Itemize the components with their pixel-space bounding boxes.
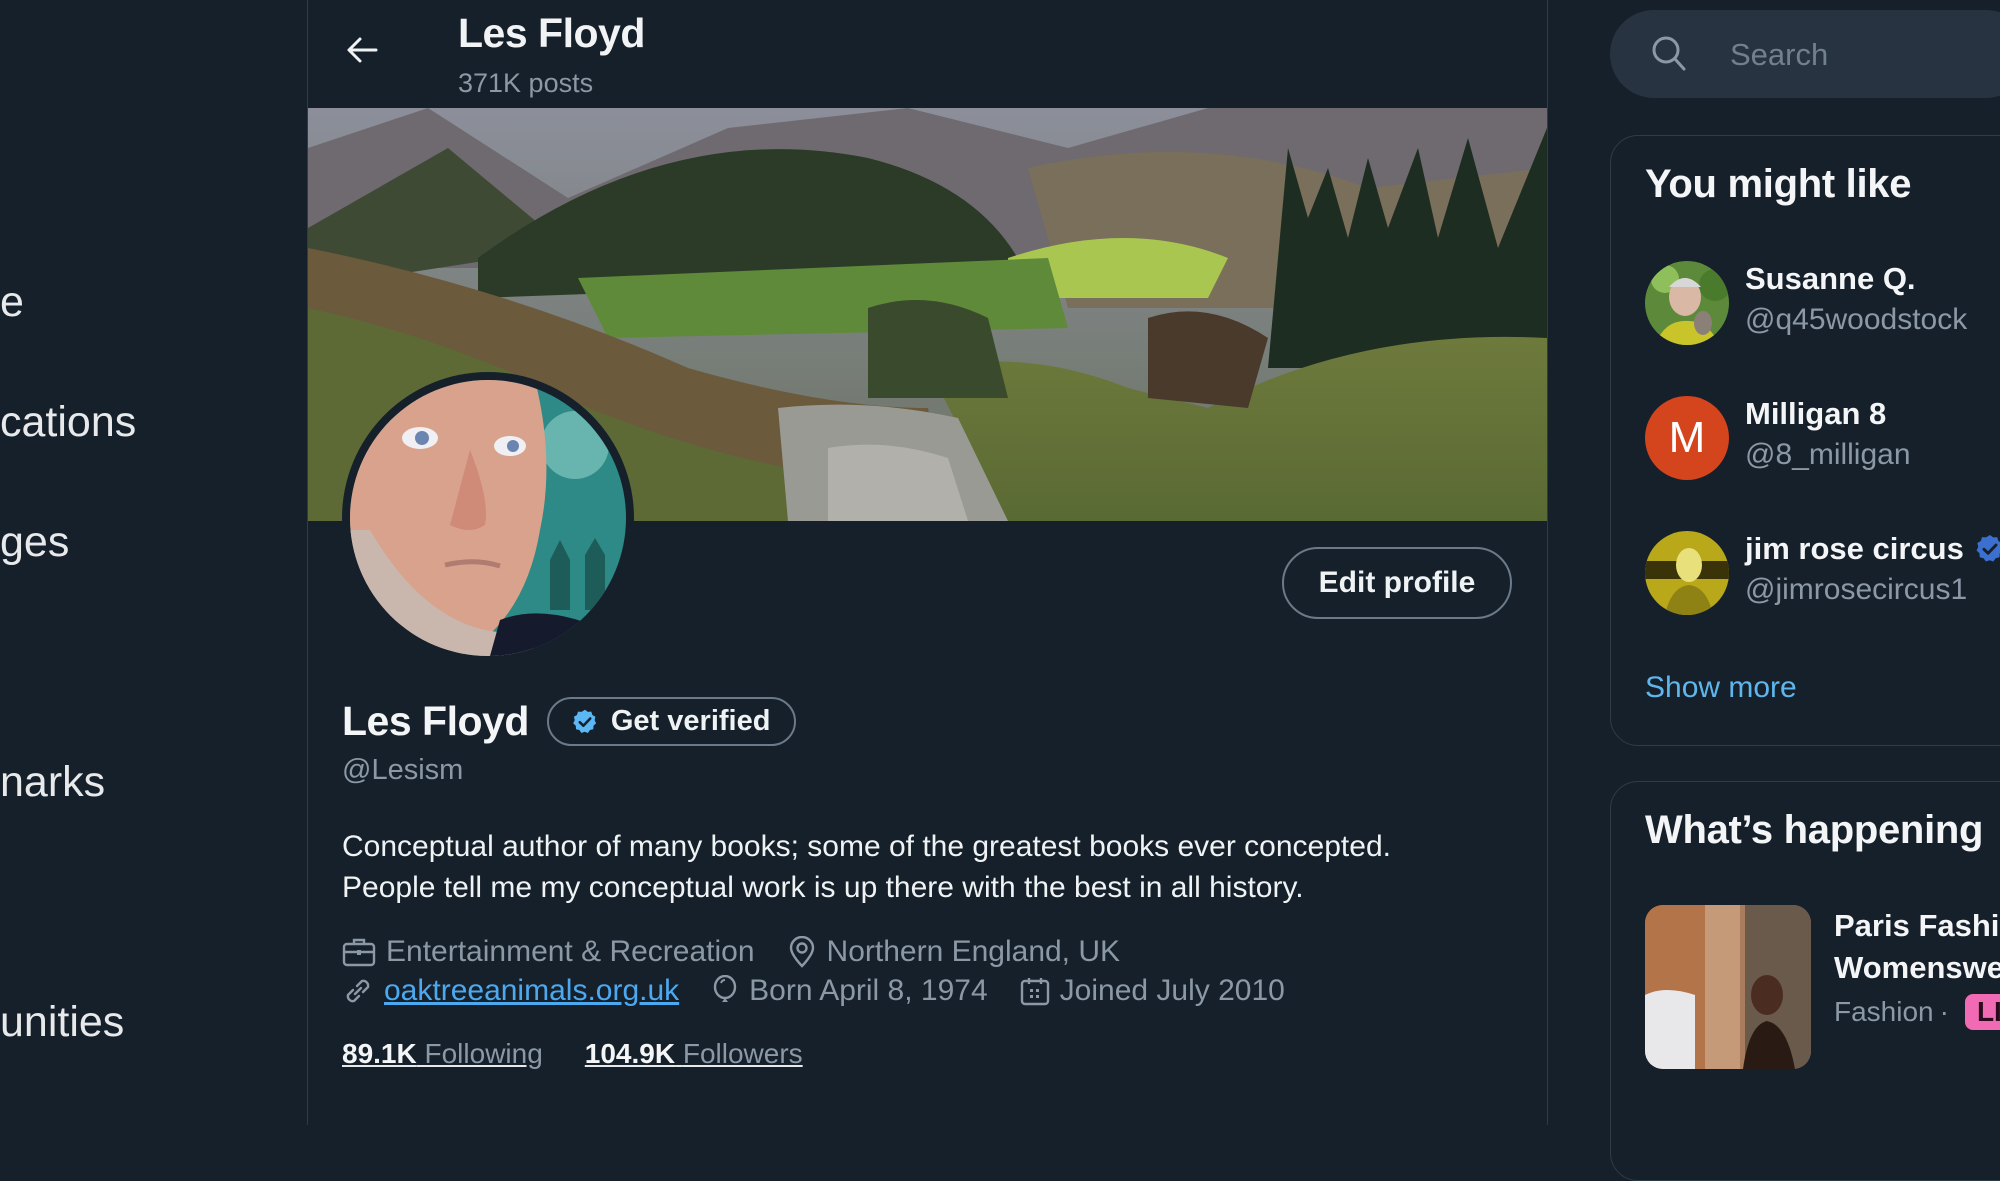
followers-link[interactable]: 104.9K Followers (585, 1038, 803, 1070)
profile-handle: @Lesism (342, 754, 464, 786)
user-name: Susanne Q. (1745, 261, 1916, 296)
post-count: 371K posts (458, 68, 594, 98)
bio-line: Conceptual author of many books; some of… (342, 830, 1391, 863)
user-name-label: jim rose circus (1745, 531, 1964, 566)
suggested-user[interactable]: Susanne Q. @q45woodstock (1645, 261, 2000, 345)
avatar-photo (350, 380, 626, 656)
profile-website-link[interactable]: oaktreeanimals.org.uk (384, 974, 679, 1008)
verified-badge-icon (1976, 535, 2000, 562)
show-more-link[interactable]: Show more (1645, 671, 1797, 705)
profile-location-label: Northern England, UK (826, 935, 1121, 968)
following-label: Following (424, 1038, 543, 1069)
header-title: Les Floyd (458, 10, 645, 56)
user-avatar: M (1645, 396, 1729, 480)
profile-location: Northern England, UK (787, 935, 1121, 969)
sidebar-item-communities[interactable]: unities (0, 998, 124, 1047)
trend-title-line: Paris Fashion (1834, 908, 2000, 943)
back-button[interactable] (338, 26, 386, 74)
profile-category: Entertainment & Recreation (342, 935, 755, 969)
sidebar-item-bookmarks[interactable]: narks (0, 758, 105, 807)
following-link[interactable]: 89.1K Following (342, 1038, 543, 1070)
search-input[interactable] (1728, 10, 2000, 100)
location-pin-icon (789, 936, 814, 968)
search-icon (1652, 36, 1686, 71)
trend-title-line: Womenswear (1834, 950, 2000, 985)
calendar-icon (1020, 978, 1049, 1006)
user-avatar (1645, 531, 1729, 615)
user-avatar (1645, 261, 1729, 345)
following-count: 89.1K (342, 1038, 417, 1069)
live-badge: LIVE (1964, 994, 2000, 1030)
profile-display-name: Les Floyd (342, 698, 529, 744)
edit-profile-button[interactable]: Edit profile (1282, 547, 1512, 619)
whats-happening-title: What’s happening (1645, 808, 1984, 852)
whats-happening-card: What’s happening Paris Fashion Womenswea… (1610, 781, 2000, 1181)
you-might-like-card: You might like Susanne Q. @q45woodstock … (1610, 135, 2000, 746)
profile-avatar[interactable] (342, 372, 634, 664)
sidebar-item-label: e (0, 278, 24, 326)
user-handle: @q45woodstock (1745, 303, 1968, 336)
arrow-left-icon (347, 37, 378, 63)
user-name: Milligan 8 (1745, 396, 1887, 431)
profile-category-label: Entertainment & Recreation (386, 935, 755, 968)
get-verified-button[interactable]: Get verified (546, 697, 797, 746)
profile-header-bar: Les Floyd 371K posts (308, 0, 1547, 108)
left-sidebar: e cations ges narks unities (0, 0, 308, 1125)
trend-category: Fashion (1834, 996, 1934, 1027)
search-box[interactable] (1610, 10, 2000, 100)
profile-name-row: Les Floyd Get verified (342, 697, 797, 746)
trend-title: Paris Fashion Womenswear (1834, 905, 2000, 989)
followers-count: 104.9K (584, 1038, 676, 1069)
suggested-user[interactable]: jim rose circus @jimrosecircus1 (1645, 531, 2000, 615)
sidebar-item-messages[interactable]: ges (0, 518, 69, 567)
trend-thumbnail (1645, 905, 1811, 1069)
you-might-like-title: You might like (1645, 162, 1912, 206)
profile-joined: Joined July 2010 (1020, 974, 1285, 1008)
get-verified-label: Get verified (610, 705, 771, 737)
user-handle: @8_milligan (1745, 438, 1911, 471)
profile-column: Les Floyd 371K posts Edit profile Les Fl… (308, 0, 1548, 1125)
avatar-initial: M (1668, 413, 1706, 462)
profile-meta-row-2: oaktreeanimals.org.uk Born April 8, 1974… (342, 974, 1317, 1008)
bio-line: People tell me my conceptual work is up … (342, 871, 1304, 904)
sidebar-item-label: cations (0, 398, 137, 446)
right-sidebar: You might like Susanne Q. @q45woodstock … (1610, 0, 2000, 1181)
sidebar-item-home[interactable]: e (0, 278, 24, 327)
sidebar-item-label: unities (0, 998, 125, 1046)
profile-website[interactable]: oaktreeanimals.org.uk (342, 974, 679, 1008)
link-icon (346, 979, 370, 1003)
user-name: jim rose circus (1745, 531, 2000, 567)
suggested-user[interactable]: M Milligan 8 @8_milligan (1645, 396, 2000, 480)
sidebar-item-label: narks (0, 758, 106, 806)
profile-meta-row-1: Entertainment & Recreation Northern Engl… (342, 935, 1152, 969)
profile-bio: Conceptual author of many books; some of… (342, 826, 1502, 908)
briefcase-icon (342, 938, 376, 967)
user-handle: @jimrosecircus1 (1745, 573, 1968, 606)
followers-label: Followers (682, 1038, 803, 1069)
profile-birthday: Born April 8, 1974 (711, 974, 988, 1008)
balloon-icon (713, 975, 737, 1002)
trend-meta: Fashion · LIVE (1834, 994, 2000, 1030)
profile-joined-label: Joined July 2010 (1059, 974, 1285, 1007)
profile-stats: 89.1K Following 104.9K Followers (342, 1038, 845, 1070)
sidebar-item-notifications[interactable]: cations (0, 398, 136, 447)
profile-birthday-label: Born April 8, 1974 (749, 974, 988, 1007)
verified-badge-icon (573, 709, 596, 733)
sidebar-item-label: ges (0, 518, 70, 566)
separator-dot: · (1939, 996, 1949, 1027)
